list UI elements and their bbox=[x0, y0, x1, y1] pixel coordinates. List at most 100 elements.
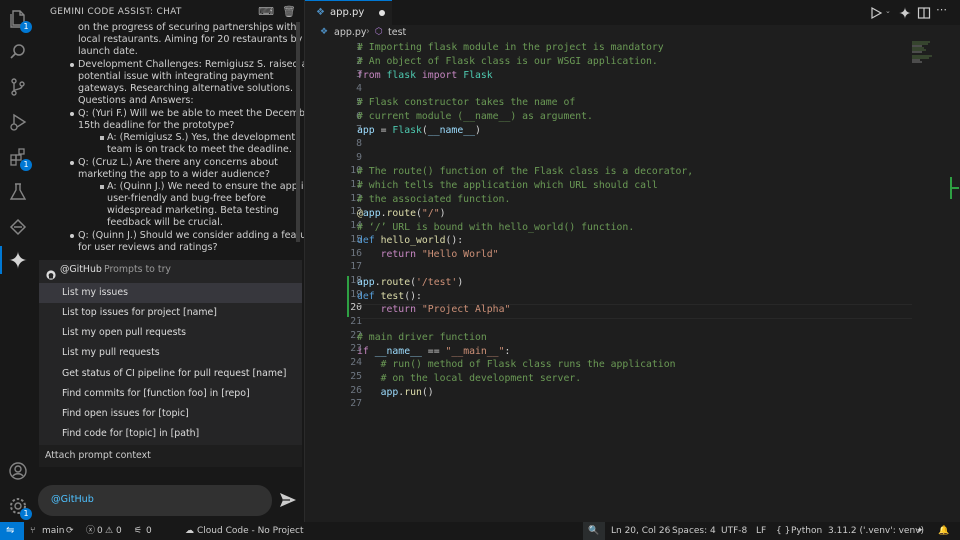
split-editor-icon[interactable] bbox=[917, 5, 931, 19]
line-number: 26 bbox=[350, 384, 362, 396]
prompt-item[interactable]: Get status of CI pipeline for pull reque… bbox=[39, 364, 302, 384]
code-editor[interactable]: 1 2 3 4 5 6 7 8 9 10 11 12 13 14 15 16 17 18 19 20 21 22 23 24 2… bbox=[305, 41, 960, 522]
ports-icon: ⚟ bbox=[134, 526, 143, 536]
keyboard-icon[interactable]: ⌨ bbox=[258, 5, 274, 18]
accounts-icon[interactable] bbox=[6, 459, 30, 483]
chat-sidebar: GEMINI CODE ASSIST: CHAT ⌨ 🗑 on the prog… bbox=[36, 0, 305, 522]
line-number: 9 bbox=[356, 151, 362, 163]
branch-name[interactable]: main bbox=[42, 522, 65, 540]
status-bar: ⇋ ⑂ main ⟳ ⓧ 0 ⚠ 0 ⚟ 0 ☁ Cloud Code - No… bbox=[0, 522, 960, 540]
testing-flask-icon[interactable] bbox=[6, 180, 30, 204]
line-number: 27 bbox=[350, 398, 362, 410]
prompt-item[interactable]: List my open pull requests bbox=[39, 323, 302, 343]
run-debug-icon[interactable] bbox=[6, 110, 30, 134]
active-indicator bbox=[0, 246, 2, 274]
method-cube-icon: ⬡ bbox=[375, 27, 383, 37]
chat-line: Q: (Quinn J.) Should we consider adding … bbox=[78, 230, 304, 241]
code-line: # The route() function of the Flask clas… bbox=[357, 166, 694, 177]
chat-line: local restaurants. Aiming for 20 restaur… bbox=[78, 34, 303, 45]
prompt-item[interactable]: List my issues bbox=[39, 283, 302, 303]
zoom-icon[interactable]: 🔍 bbox=[583, 522, 605, 540]
editor-tab-bar: ❖ app.py ⌄ ⋯ bbox=[305, 0, 960, 26]
line-number: 2 bbox=[356, 55, 362, 67]
end-of-line[interactable]: LF bbox=[756, 522, 766, 540]
warning-count[interactable]: 0 bbox=[116, 522, 122, 540]
tab-app-py[interactable]: ❖ app.py bbox=[305, 0, 392, 26]
line-number: 17 bbox=[350, 261, 362, 273]
code-line: # Importing flask module in the project … bbox=[357, 42, 664, 53]
chat-input[interactable]: @GitHub bbox=[38, 485, 272, 516]
unsaved-dot-icon[interactable] bbox=[379, 10, 385, 16]
extensions-badge: 1 bbox=[20, 159, 32, 171]
explorer-icon[interactable]: 1 bbox=[6, 7, 32, 33]
chat-line: 15th deadline for the prototype? bbox=[78, 120, 235, 131]
chat-line: gateways. Researching alternative soluti… bbox=[78, 83, 294, 94]
line-number: 15 bbox=[350, 233, 362, 245]
chat-line: user-friendly and bug-free before bbox=[107, 193, 266, 204]
code-line: return "Project Alpha" bbox=[380, 304, 511, 315]
code-line: app.route('/test') bbox=[357, 277, 464, 288]
error-count[interactable]: 0 bbox=[97, 522, 103, 540]
code-line: # ‘/’ URL is bound with hello_world() fu… bbox=[357, 222, 635, 233]
attach-context-button[interactable]: Attach prompt context bbox=[39, 445, 302, 467]
prompt-item[interactable]: List top issues for project [name] bbox=[39, 303, 302, 323]
line-number: 23 bbox=[350, 343, 362, 355]
breadcrumb: ❖ app.py › ⬡ test bbox=[305, 25, 960, 41]
breadcrumb-file[interactable]: app.py bbox=[334, 27, 367, 38]
cloud-code-status[interactable]: Cloud Code - No Project bbox=[197, 522, 303, 540]
prompt-item[interactable]: Find commits for [function foo] in [repo… bbox=[39, 384, 302, 404]
code-line: app = Flask(__name__) bbox=[357, 125, 481, 136]
cloud-code-icon[interactable] bbox=[6, 215, 30, 239]
sync-icon[interactable]: ⟳ bbox=[66, 522, 74, 540]
bullet-dot bbox=[70, 112, 74, 116]
sub-bullet bbox=[100, 185, 104, 189]
settings-gear-icon[interactable]: 1 bbox=[6, 494, 32, 520]
chat-scrollbar[interactable] bbox=[296, 22, 300, 242]
chat-line: Q: (Cruz L.) Are there any concerns abou… bbox=[78, 157, 278, 168]
settings-badge: 1 bbox=[20, 508, 32, 520]
bullet-dot bbox=[70, 63, 74, 67]
minimap[interactable] bbox=[912, 41, 936, 66]
notifications-bell-icon[interactable]: 🔔 bbox=[938, 522, 949, 540]
gemini-action-icon[interactable] bbox=[898, 5, 912, 19]
explorer-badge: 1 bbox=[20, 21, 32, 33]
cursor-position[interactable]: Ln 20, Col 26 bbox=[611, 522, 670, 540]
github-icon bbox=[46, 265, 56, 280]
indentation[interactable]: Spaces: 4 bbox=[672, 522, 716, 540]
popup-header: @GitHub Prompts to try bbox=[39, 260, 302, 282]
chat-transcript: on the progress of securing partnerships… bbox=[36, 22, 304, 260]
scrollbar-cursor-marker bbox=[950, 187, 959, 189]
remote-indicator-icon[interactable]: ⇋ bbox=[0, 522, 24, 540]
source-control-icon[interactable] bbox=[6, 75, 30, 99]
send-icon[interactable] bbox=[279, 492, 297, 508]
trash-icon[interactable]: 🗑 bbox=[282, 5, 296, 18]
chevron-down-icon[interactable]: ⌄ bbox=[885, 7, 891, 15]
run-icon[interactable] bbox=[869, 5, 883, 20]
gemini-status-icon[interactable]: ✦ bbox=[916, 522, 924, 540]
line-number: 6 bbox=[356, 110, 362, 122]
gemini-sparkle-icon[interactable] bbox=[6, 248, 30, 272]
prompt-item[interactable]: Find code for [topic] in [path] bbox=[39, 424, 302, 444]
search-icon[interactable] bbox=[6, 40, 30, 64]
chat-line: on the progress of securing partnerships… bbox=[78, 22, 297, 33]
line-number: 5 bbox=[356, 96, 362, 108]
code-line: return "Hello World" bbox=[380, 249, 499, 260]
bullet-dot bbox=[70, 234, 74, 238]
prompt-item[interactable]: Find open issues for [topic] bbox=[39, 404, 302, 424]
ports-count[interactable]: 0 bbox=[146, 522, 152, 540]
encoding[interactable]: UTF-8 bbox=[721, 522, 747, 540]
more-actions-icon[interactable]: ⋯ bbox=[936, 3, 947, 16]
python-interpreter[interactable]: 3.11.2 ('.venv': venv) bbox=[828, 522, 924, 540]
line-number: 12 bbox=[350, 192, 362, 204]
language-mode[interactable]: Python bbox=[791, 522, 822, 540]
sub-bullet bbox=[100, 136, 104, 140]
line-number: 13 bbox=[350, 206, 362, 218]
chat-line: widespread marketing. Beta testing bbox=[107, 205, 279, 216]
extensions-icon[interactable]: 1 bbox=[6, 145, 32, 171]
breadcrumb-symbol[interactable]: test bbox=[388, 27, 406, 38]
chat-line: marketing the app to a wider audience? bbox=[78, 169, 270, 180]
line-number: 3 bbox=[356, 69, 362, 81]
code-line: def test(): bbox=[357, 291, 422, 302]
braces-icon: { } bbox=[776, 526, 791, 536]
prompt-item[interactable]: List my pull requests bbox=[39, 343, 302, 363]
